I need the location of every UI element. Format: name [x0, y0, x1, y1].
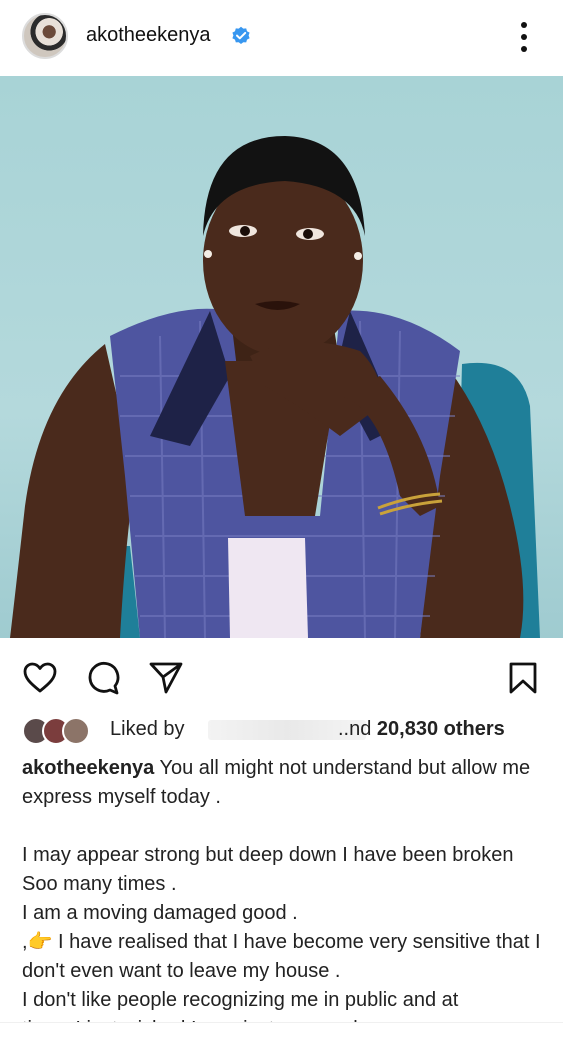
send-icon[interactable] — [148, 660, 184, 696]
liked-by-label: Liked by — [110, 718, 185, 740]
portrait-image — [10, 136, 540, 638]
likes-count[interactable]: ..nd 20,830 others — [338, 718, 505, 741]
post-photo[interactable] — [0, 76, 563, 638]
bottom-bar — [0, 1022, 563, 1051]
verified-badge-icon — [232, 26, 250, 44]
caption-line: akotheekenya You all might not understan… — [22, 757, 531, 808]
post-header: akotheekenya — [0, 0, 563, 76]
post-username[interactable]: akotheekenya — [86, 24, 211, 47]
likes-row[interactable]: Liked by ..nd 20,830 others — [22, 714, 542, 745]
caption-line: I am a moving damaged good . — [22, 902, 298, 924]
more-vertical-icon[interactable] — [515, 22, 533, 52]
liker-avatar — [62, 717, 90, 745]
caption-line: ,👉 I have realised that I have become ve… — [22, 931, 541, 982]
profile-avatar[interactable] — [22, 13, 68, 59]
caption-line — [22, 812, 542, 841]
caption-line: I don't like people recognizing me in pu… — [22, 989, 459, 1011]
action-bar — [0, 638, 563, 712]
caption-line: I may appear strong but deep down I have… — [22, 844, 514, 895]
heart-icon[interactable] — [22, 660, 58, 696]
caption-username[interactable]: akotheekenya — [22, 757, 154, 779]
post-caption: akotheekenya You all might not understan… — [22, 754, 542, 1027]
comment-icon[interactable] — [85, 660, 121, 696]
bookmark-icon[interactable] — [505, 660, 541, 696]
